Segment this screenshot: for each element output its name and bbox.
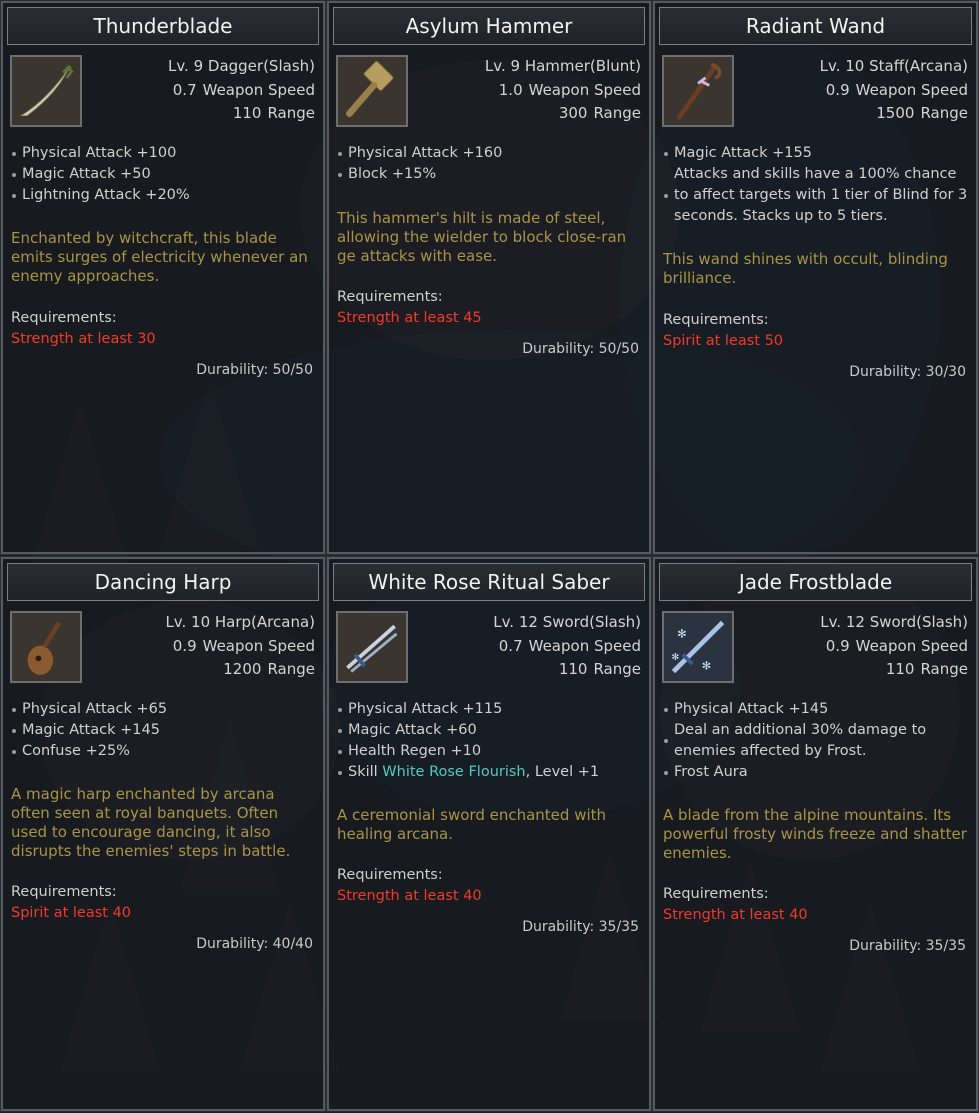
requirements-label: Requirements: — [11, 310, 117, 326]
item-card-thunderblade[interactable]: Thunderblade Lv. 9 Dagger(Slash) 0.7 Weap… — [0, 0, 326, 555]
requirements-label: Requirements: — [663, 312, 769, 328]
item-title: White Rose Ritual Saber — [333, 563, 645, 601]
item-description: This hammer's hilt is made of steel, all… — [337, 209, 627, 265]
attribute: Physical Attack +115 — [337, 699, 643, 720]
skill-prefix: Skill — [348, 764, 383, 780]
requirements-label: Requirements: — [337, 867, 443, 883]
durability: Durability: 35/35 — [849, 938, 966, 954]
weapon-speed-label: Weapon Speed — [202, 80, 315, 99]
skill-suffix: , Level +1 — [525, 764, 600, 780]
attribute: Block +15% — [337, 164, 643, 185]
range-value: 110 — [232, 104, 262, 122]
item-card-white-rose-ritual-saber[interactable]: White Rose Ritual Saber Lv. 12 Sword(Sla… — [326, 556, 652, 1112]
durability: Durability: 50/50 — [196, 362, 313, 378]
level-type: Lv. 9 Hammer(Blunt) — [484, 57, 641, 75]
attribute: Physical Attack +100 — [11, 143, 317, 164]
svg-text:✻: ✻ — [677, 627, 687, 641]
requirement-value: Spirit at least 50 — [663, 333, 784, 349]
weapon-speed-value: 0.9 — [172, 636, 197, 655]
range-label: Range — [267, 660, 315, 678]
range-label: Range — [593, 660, 641, 678]
requirements-label: Requirements: — [663, 886, 769, 902]
staff-icon[interactable] — [662, 55, 734, 127]
weapon-speed-label: Weapon Speed — [528, 636, 641, 655]
requirement-value: Strength at least 30 — [11, 331, 156, 347]
attribute: Physical Attack +65 — [11, 699, 317, 720]
weapon-speed-value: 0.7 — [498, 636, 523, 655]
attribute: Magic Attack +145 — [11, 720, 317, 741]
range-value: 110 — [885, 660, 915, 678]
durability: Durability: 30/30 — [849, 364, 966, 380]
weapon-speed-label: Weapon Speed — [202, 636, 315, 655]
range-label: Range — [593, 104, 641, 122]
requirements-label: Requirements: — [337, 289, 443, 305]
level-type: Lv. 12 Sword(Slash) — [820, 613, 968, 631]
range-value: 110 — [558, 660, 588, 678]
attribute: Attacks and skills have a 100% chance to… — [663, 164, 970, 227]
frost-sword-icon[interactable]: ✻ ✻ ✻ — [662, 611, 734, 683]
attribute: Magic Attack +155 — [663, 143, 970, 164]
level-type: Lv. 12 Sword(Slash) — [493, 613, 641, 631]
requirement-value: Strength at least 40 — [337, 888, 482, 904]
level-type: Lv. 10 Harp(Arcana) — [165, 613, 315, 631]
range-value: 300 — [558, 104, 588, 122]
svg-text:✻: ✻ — [672, 652, 680, 663]
item-description: Enchanted by witchcraft, this blade emit… — [11, 229, 308, 285]
item-description: This wand shines with occult, blinding b… — [663, 250, 948, 287]
durability: Durability: 35/35 — [522, 919, 639, 935]
range-label: Range — [920, 104, 968, 122]
item-card-jade-frostblade[interactable]: Jade Frostblade ✻ ✻ ✻ Lv. 12 Sword(Slash… — [652, 556, 979, 1112]
weapon-speed-label: Weapon Speed — [528, 80, 641, 99]
attribute: Frost Aura — [663, 762, 970, 783]
item-card-radiant-wand[interactable]: Radiant Wand Lv. 10 Staff(Arcana) 0.9 Wea… — [652, 0, 979, 555]
item-card-dancing-harp[interactable]: Dancing Harp Lv. 10 Harp(Arcana) 0.9 Weap… — [0, 556, 326, 1112]
weapon-speed-label: Weapon Speed — [855, 636, 968, 655]
attribute: Physical Attack +160 — [337, 143, 643, 164]
attribute: Health Regen +10 — [337, 741, 643, 762]
weapon-speed-value: 0.7 — [172, 80, 197, 99]
range-value: 1500 — [876, 104, 915, 122]
dagger-icon[interactable] — [10, 55, 82, 127]
range-label: Range — [267, 104, 315, 122]
item-title: Jade Frostblade — [659, 563, 972, 601]
skill-name-link[interactable]: White Rose Flourish — [382, 764, 525, 780]
attribute: Deal an additional 30% damage to enemies… — [663, 720, 970, 762]
item-title: Radiant Wand — [659, 7, 972, 45]
attribute: Lightning Attack +20% — [11, 185, 317, 206]
durability: Durability: 40/40 — [196, 936, 313, 952]
item-title: Thunderblade — [7, 7, 319, 45]
attribute: Magic Attack +60 — [337, 720, 643, 741]
durability: Durability: 50/50 — [522, 341, 639, 357]
item-description: A blade from the alpine mountains. Its p… — [663, 806, 967, 862]
range-label: Range — [920, 660, 968, 678]
weapon-speed-value: 0.9 — [825, 80, 850, 99]
item-card-asylum-hammer[interactable]: Asylum Hammer Lv. 9 Hammer(Blunt) 1.0 Wea… — [326, 0, 652, 555]
sword-icon[interactable] — [336, 611, 408, 683]
item-title: Asylum Hammer — [333, 7, 645, 45]
level-type: Lv. 10 Staff(Arcana) — [819, 57, 968, 75]
skill-attribute: Skill White Rose Flourish, Level +1 — [337, 762, 643, 783]
requirement-value: Strength at least 45 — [337, 310, 482, 326]
requirement-value: Spirit at least 40 — [11, 905, 132, 921]
item-title: Dancing Harp — [7, 563, 319, 601]
requirements-label: Requirements: — [11, 884, 117, 900]
hammer-icon[interactable] — [336, 55, 408, 127]
harp-icon[interactable] — [10, 611, 82, 683]
weapon-speed-value: 1.0 — [498, 80, 523, 99]
attribute: Physical Attack +145 — [663, 699, 970, 720]
requirement-value: Strength at least 40 — [663, 907, 808, 923]
level-type: Lv. 9 Dagger(Slash) — [167, 57, 315, 75]
item-description: A ceremonial sword enchanted with healin… — [337, 806, 607, 843]
weapon-speed-value: 0.9 — [825, 636, 850, 655]
weapon-speed-label: Weapon Speed — [855, 80, 968, 99]
attribute: Magic Attack +50 — [11, 164, 317, 185]
item-description: A magic harp enchanted by arcana often s… — [11, 785, 291, 860]
svg-text:✻: ✻ — [702, 659, 712, 673]
range-value: 1200 — [223, 660, 262, 678]
attribute: Confuse +25% — [11, 741, 317, 762]
